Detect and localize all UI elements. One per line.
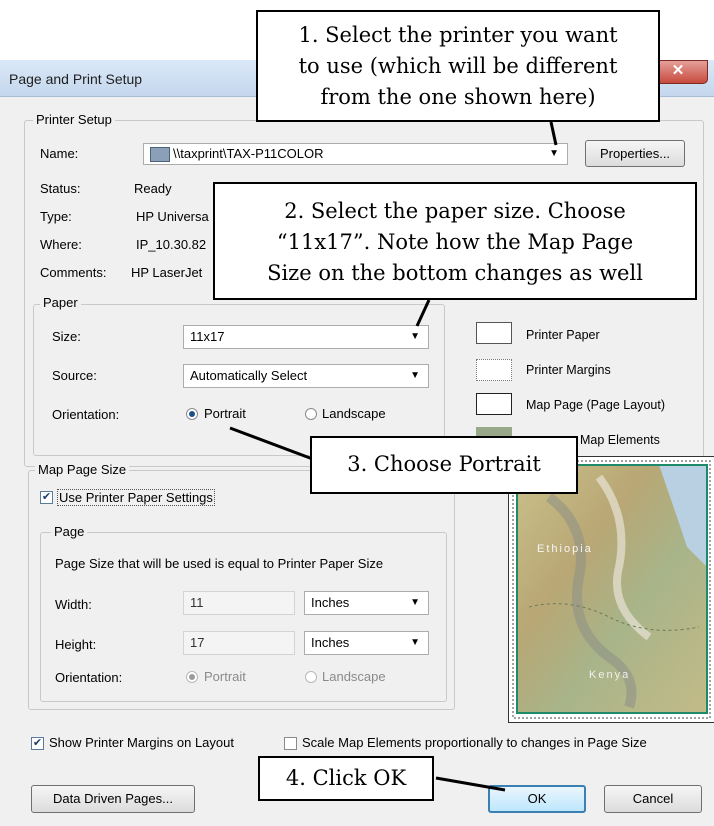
callout-4-arrow	[435, 776, 506, 792]
callout-step-1-line1: 1. Select the printer you want	[298, 23, 618, 47]
callout-2-arrow	[415, 299, 431, 327]
callout-step-3: 3. Choose Portrait	[310, 436, 578, 494]
callout-step-1: 1. Select the printer you want to use (w…	[256, 10, 660, 122]
callout-step-2: 2. Select the paper size. Choose “11x17”…	[213, 182, 697, 300]
callout-1-arrow	[549, 121, 558, 146]
callout-step-2-line3: Size on the bottom changes as well	[267, 261, 643, 285]
callout-arrows	[229, 121, 558, 792]
callout-step-1-line3: from the one shown here)	[320, 85, 596, 109]
callout-step-1-line2: to use (which will be different	[298, 54, 618, 78]
callout-step-2-line2: “11x17”. Note how the Map Page	[276, 230, 634, 254]
callout-step-4: 4. Click OK	[258, 756, 434, 801]
callout-step-2-line1: 2. Select the paper size. Choose	[284, 199, 626, 223]
callout-3-arrow	[229, 426, 319, 463]
